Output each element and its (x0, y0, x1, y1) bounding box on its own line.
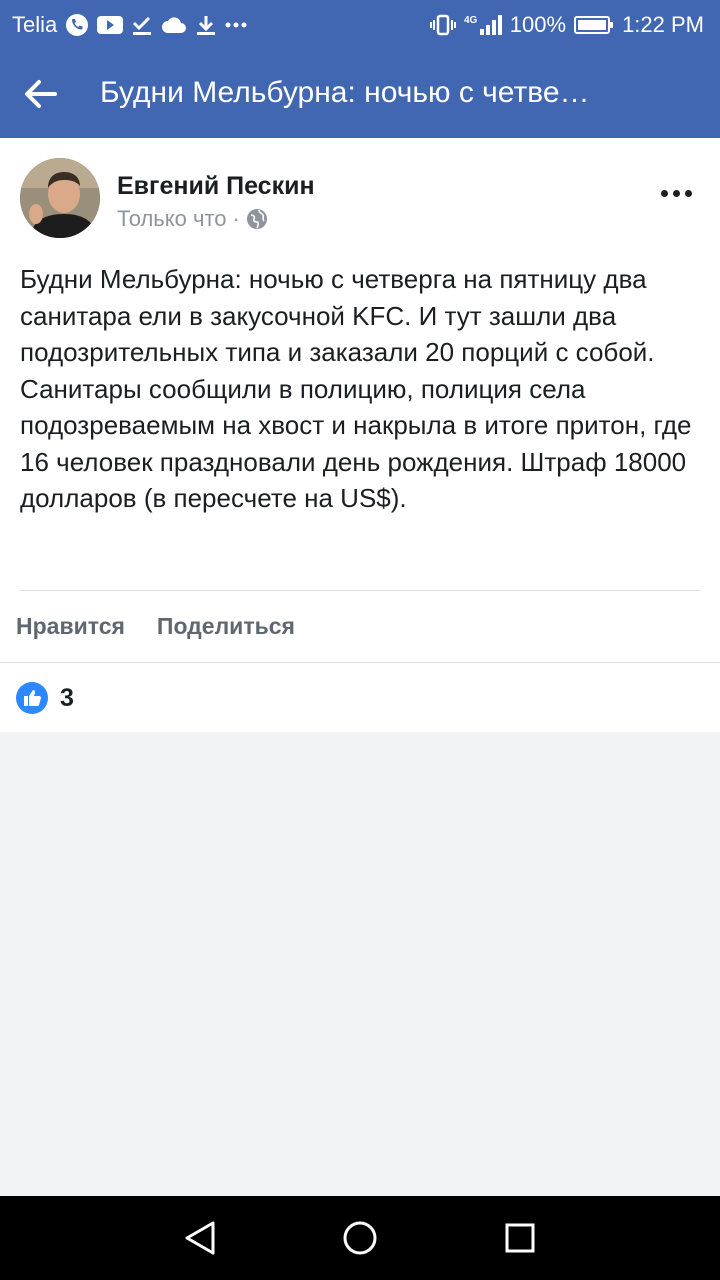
back-triangle-icon (185, 1221, 215, 1255)
divider (0, 662, 720, 663)
phone-icon (65, 13, 89, 37)
thumbs-up-icon (16, 682, 48, 714)
status-bar: Telia 4G 100% 1:22 PM (0, 0, 720, 50)
signal-icon: 4G (464, 13, 502, 37)
post-card: Евгений Пескин Только что · Будни Мельбу… (0, 138, 720, 732)
post-meta: Только что · (117, 206, 268, 232)
like-button[interactable]: Нравится (16, 603, 125, 650)
app-header: Будни Мельбурна: ночью с четве… (0, 50, 720, 138)
status-time: 1:22 PM (622, 12, 704, 37)
nav-back-button[interactable] (178, 1216, 222, 1260)
page-title: Будни Мельбурна: ночью с четве… (100, 76, 590, 109)
more-dot-icon (660, 189, 668, 197)
download-icon (195, 13, 217, 37)
check-icon (131, 13, 153, 37)
back-button[interactable] (18, 72, 62, 116)
arrow-left-icon (25, 80, 57, 108)
nav-recents-button[interactable] (498, 1216, 542, 1260)
reactions-summary[interactable]: 3 (16, 681, 74, 715)
more-notifications-icon (225, 13, 247, 37)
avatar[interactable] (20, 158, 100, 238)
post-text: Будни Мельбурна: ночью с четверга на пят… (20, 264, 692, 513)
post-actions: Нравится Поделиться (0, 598, 720, 654)
more-options-button[interactable] (652, 178, 700, 208)
status-left: Telia (12, 0, 247, 50)
share-button[interactable]: Поделиться (157, 603, 295, 650)
cloud-icon (161, 13, 187, 37)
vibrate-icon (429, 13, 456, 37)
like-count: 3 (60, 683, 74, 712)
more-dot-icon (684, 189, 692, 197)
battery-icon (574, 13, 614, 37)
globe-icon (246, 209, 267, 229)
svg-text:4G: 4G (464, 15, 478, 26)
navigation-bar (0, 1196, 720, 1280)
home-circle-icon (343, 1221, 377, 1255)
nav-home-button[interactable] (338, 1216, 382, 1260)
battery-percent: 100% (509, 12, 567, 37)
meta-separator: · (232, 206, 240, 231)
more-dot-icon (672, 189, 680, 197)
author-name[interactable]: Евгений Пескин (117, 172, 315, 201)
recents-square-icon (505, 1223, 535, 1253)
status-right: 4G 100% 1:22 PM (429, 0, 704, 50)
post-timestamp[interactable]: Только что (117, 206, 227, 232)
carrier-label: Telia (12, 12, 58, 37)
divider (20, 590, 700, 591)
youtube-icon (97, 13, 124, 37)
